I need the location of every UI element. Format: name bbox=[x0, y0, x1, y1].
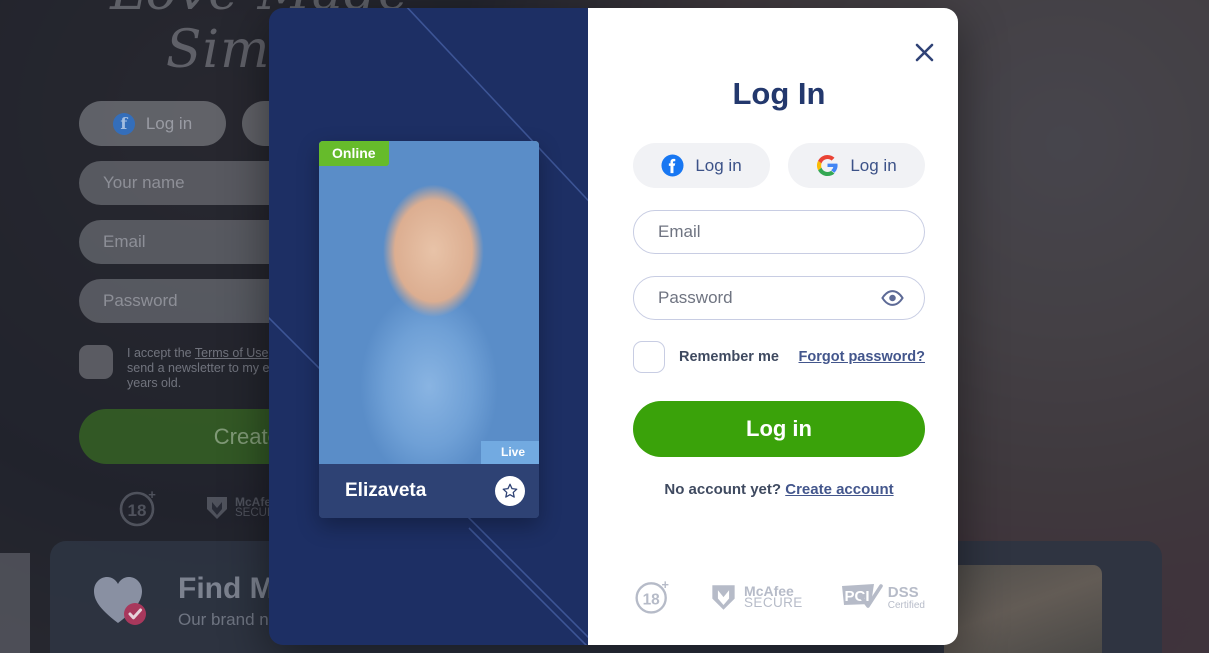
password-input[interactable] bbox=[658, 288, 879, 308]
google-icon bbox=[817, 154, 838, 177]
facebook-icon bbox=[661, 154, 684, 177]
forgot-password-link[interactable]: Forgot password? bbox=[799, 349, 925, 365]
google-login-label: Log in bbox=[850, 155, 897, 175]
favorite-button[interactable] bbox=[495, 476, 525, 506]
modal-promo-panel: Online Live Elizaveta bbox=[269, 8, 588, 645]
trust-badges-row: 18 + McAfee SECURE PCI DSS Certified bbox=[633, 577, 925, 617]
google-login-button[interactable]: Log in bbox=[788, 143, 925, 188]
email-field[interactable] bbox=[633, 210, 925, 254]
no-account-text: No account yet? bbox=[664, 481, 782, 498]
login-modal: Online Live Elizaveta Log In Log in Log … bbox=[269, 8, 958, 645]
close-button[interactable] bbox=[907, 35, 941, 69]
profile-name: Elizaveta bbox=[345, 480, 427, 501]
svg-text:18: 18 bbox=[643, 591, 661, 608]
profile-card-footer: Elizaveta bbox=[319, 464, 539, 518]
status-badge-online: Online bbox=[319, 141, 389, 166]
pci-line2: DSS bbox=[887, 584, 919, 601]
star-icon bbox=[502, 483, 518, 498]
mcafee-secure-badge: McAfee SECURE bbox=[710, 583, 803, 612]
remember-me-checkbox[interactable] bbox=[633, 341, 665, 373]
no-account-row: No account yet? Create account bbox=[633, 481, 925, 498]
pci-dss-badge: PCI DSS Certified bbox=[840, 582, 925, 612]
age-18-plus-badge-icon: 18 + bbox=[635, 577, 669, 614]
create-account-link[interactable]: Create account bbox=[785, 481, 893, 498]
profile-card[interactable]: Online Live Elizaveta bbox=[319, 141, 539, 518]
login-submit-button[interactable]: Log in bbox=[633, 401, 925, 457]
email-input[interactable] bbox=[658, 222, 906, 242]
options-row: Remember me Forgot password? bbox=[633, 341, 925, 373]
mcafee-shield-icon bbox=[712, 584, 735, 610]
modal-title: Log In bbox=[732, 76, 826, 111]
mcafee-line2: SECURE bbox=[744, 595, 803, 610]
pci-logo-icon: PCI bbox=[841, 584, 883, 608]
facebook-login-button[interactable]: Log in bbox=[633, 143, 770, 188]
close-icon bbox=[915, 43, 933, 61]
facebook-login-label: Log in bbox=[695, 155, 742, 175]
page-root: Love Made Simple f Log in G Log in Your … bbox=[0, 0, 1209, 653]
social-login-row: Log in Log in bbox=[633, 143, 925, 188]
profile-photo bbox=[319, 141, 539, 464]
pci-line3: Certified bbox=[887, 600, 925, 611]
svg-text:+: + bbox=[662, 577, 669, 592]
modal-form-panel: Log In Log in Log in Email Password Reme… bbox=[588, 8, 958, 645]
remember-me-label: Remember me bbox=[679, 349, 779, 365]
password-field[interactable] bbox=[633, 276, 925, 320]
modal-overlay: Online Live Elizaveta Log In Log in Log … bbox=[0, 0, 1209, 653]
toggle-password-visibility-button[interactable] bbox=[879, 290, 906, 306]
live-badge: Live bbox=[480, 441, 539, 464]
eye-icon bbox=[881, 290, 904, 306]
